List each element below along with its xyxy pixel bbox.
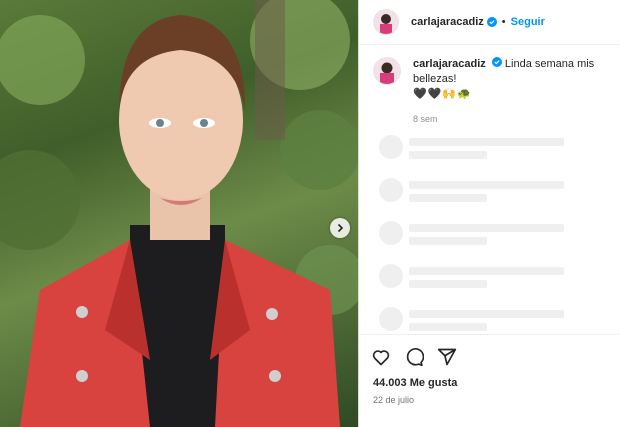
share-icon[interactable] xyxy=(437,347,457,367)
like-count[interactable]: 44.003 Me gusta xyxy=(359,377,620,389)
post-header: carlajaracadiz • Seguir xyxy=(359,0,620,45)
avatar[interactable] xyxy=(373,9,399,35)
verified-badge-icon xyxy=(491,57,502,67)
action-icons xyxy=(359,347,620,367)
comment-skeleton xyxy=(379,178,579,204)
caption-username[interactable]: carlajaracadiz xyxy=(413,58,486,70)
avatar-image xyxy=(380,14,392,34)
comment-skeleton xyxy=(379,135,579,161)
post-actions: 44.003 Me gusta 22 de julio xyxy=(359,334,620,405)
photo-scene xyxy=(0,0,358,427)
post-sidebar: carlajaracadiz • Seguir carlajaracadiz L… xyxy=(358,0,620,427)
chevron-right-icon xyxy=(337,223,344,233)
next-photo-button[interactable] xyxy=(330,218,350,238)
verified-badge-icon xyxy=(486,17,497,27)
post-date[interactable]: 22 de julio xyxy=(359,395,620,405)
caption: carlajaracadiz Linda semana mis bellezas… xyxy=(359,45,620,127)
caption-body: carlajaracadiz Linda semana mis bellezas… xyxy=(413,57,606,127)
caption-emojis: 🖤🖤🙌🐢 xyxy=(413,88,472,100)
caption-avatar[interactable] xyxy=(373,57,401,85)
comment-icon[interactable] xyxy=(404,347,425,367)
follow-button[interactable]: Seguir xyxy=(511,16,545,28)
post-image[interactable] xyxy=(0,0,358,427)
comment-skeleton xyxy=(379,221,579,247)
like-icon[interactable] xyxy=(371,347,391,367)
comment-skeleton xyxy=(379,307,579,333)
username-link[interactable]: carlajaracadiz xyxy=(411,16,484,28)
avatar-image xyxy=(380,62,394,84)
post-dialog: carlajaracadiz • Seguir carlajaracadiz L… xyxy=(0,0,620,427)
separator-dot: • xyxy=(501,16,506,28)
comment-skeleton xyxy=(379,264,579,290)
caption-time[interactable]: 8 sem xyxy=(413,112,606,127)
